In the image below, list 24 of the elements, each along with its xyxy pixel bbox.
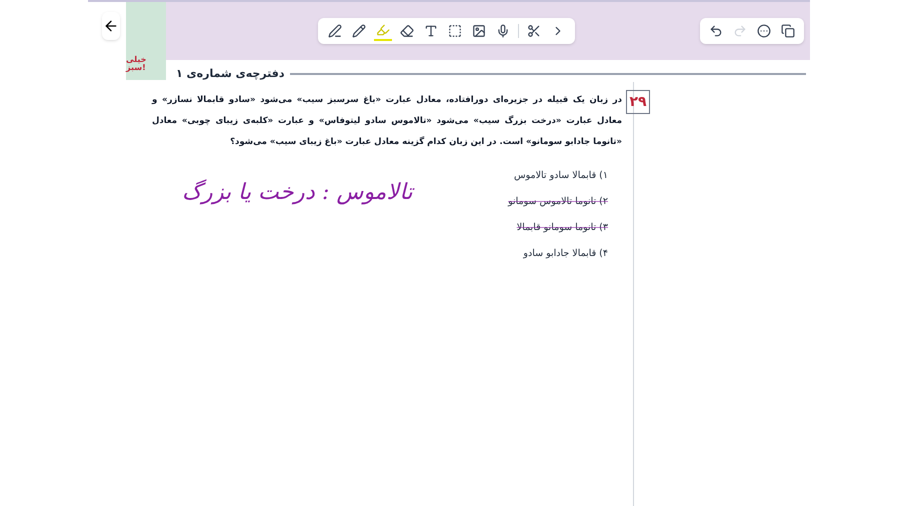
handwritten-note: تالاموس : درخت یا بزرگ [181, 178, 416, 207]
question-number: ۲۹ [626, 90, 650, 114]
undo-icon [709, 24, 723, 38]
more-button[interactable] [756, 22, 772, 40]
image-icon [472, 24, 486, 38]
question-text: در زبان یک قبیله در جزیره‌ای دورافتاده، معادل عبارت «باغ سرسبز سیب» می‌شود «سادو قابمالا نسازر» و معادل عبارت «درخت بزرگ سیب» می‌شود «تالاموس سادو لیتوفاس» و عبارت «کلبه‌ی زیبای چوبی» معادل «تانوما جادابو سومانو» است. در این زبان کدام گزینه معادل عبارت «باغ زیبای سیب» می‌شود؟ [152, 94, 622, 149]
eraser-icon [400, 24, 414, 38]
microphone-icon [496, 24, 510, 38]
pages-button[interactable] [780, 22, 796, 40]
logo-text: خیلی سبز! [126, 56, 148, 72]
answer-option[interactable]: ۴) قابمالا جادابو سادو [468, 246, 608, 262]
booklet-title: دفترچه‌ی شماره‌ی ۱ [176, 66, 284, 82]
text-icon [424, 24, 438, 38]
answer-option[interactable]: ۱) قابمالا سادو تالاموس [468, 168, 608, 184]
back-arrow-icon [103, 18, 119, 34]
pages-icon [781, 24, 795, 38]
highlighter-icon [376, 23, 390, 37]
pen-icon [328, 24, 342, 38]
pencil-icon [352, 24, 366, 38]
selection-icon [448, 24, 462, 38]
more-icon [757, 24, 771, 38]
scissors-icon [526, 24, 540, 38]
redo-icon [733, 24, 747, 38]
back-button[interactable] [102, 12, 120, 40]
